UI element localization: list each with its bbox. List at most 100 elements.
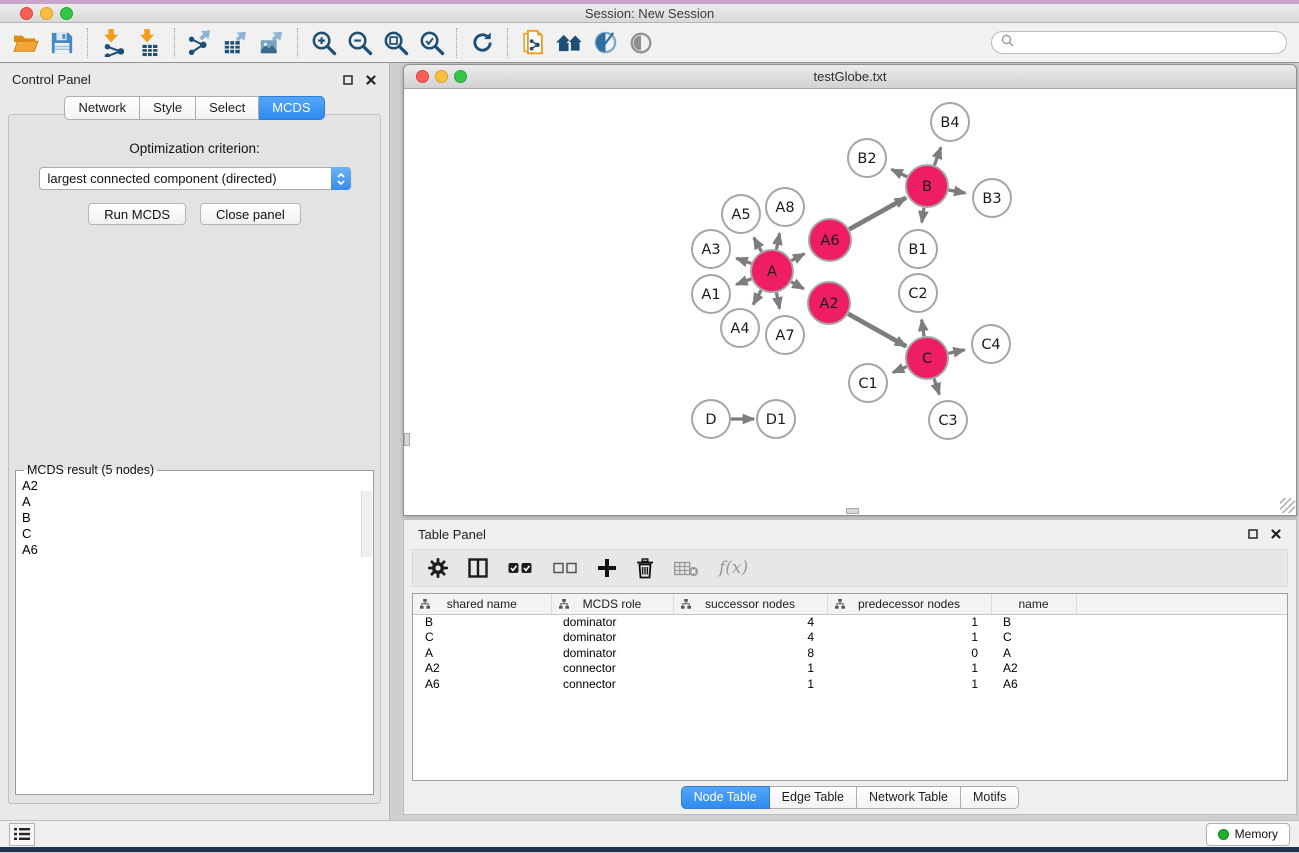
mcds-result-item[interactable]: C	[22, 526, 373, 542]
column-header-successor-nodes[interactable]: successor nodes	[673, 594, 827, 614]
graph-node-B4[interactable]: B4	[931, 103, 969, 141]
tab-edge-table[interactable]: Edge Table	[770, 786, 857, 809]
zoom-out-icon[interactable]	[341, 26, 377, 60]
resize-grip[interactable]	[1280, 498, 1295, 513]
table-row[interactable]: A2connector11A2	[413, 661, 1287, 677]
table-row[interactable]: Bdominator41B	[413, 614, 1287, 630]
table-row[interactable]: A6connector11A6	[413, 677, 1287, 693]
save-session-icon[interactable]	[44, 26, 80, 60]
close-table-panel-icon[interactable]	[1270, 528, 1282, 540]
eye-icon[interactable]	[623, 26, 659, 60]
table-header-row[interactable]: shared nameMCDS rolesuccessor nodesprede…	[413, 594, 1287, 614]
graph-node-B2[interactable]: B2	[848, 139, 886, 177]
graph-edge-C-C2[interactable]	[922, 320, 924, 337]
graph-node-C[interactable]: C	[906, 337, 948, 379]
tab-motifs[interactable]: Motifs	[961, 786, 1019, 809]
memory-button[interactable]: Memory	[1206, 823, 1290, 846]
graph-node-A6[interactable]: A6	[809, 219, 851, 261]
graph-edge-A-A4[interactable]	[753, 290, 761, 304]
graph-node-B1[interactable]: B1	[899, 230, 937, 268]
network-close-button[interactable]	[416, 70, 429, 83]
export-table-icon[interactable]	[218, 26, 254, 60]
task-history-button[interactable]	[9, 823, 35, 846]
table-row[interactable]: Adominator80A	[413, 646, 1287, 662]
zoom-fit-icon[interactable]	[377, 26, 413, 60]
mcds-result-item[interactable]: A2	[22, 478, 373, 494]
graph-node-A[interactable]: A	[751, 250, 793, 292]
refresh-layout-icon[interactable]	[464, 26, 500, 60]
minimize-window-button[interactable]	[40, 7, 53, 20]
home-icon[interactable]	[551, 26, 587, 60]
graph-edge-A-A7[interactable]	[776, 293, 779, 309]
graph-node-C2[interactable]: C2	[899, 274, 937, 312]
maximize-window-button[interactable]	[60, 7, 73, 20]
close-panel-button[interactable]: Close panel	[200, 203, 301, 225]
optimization-criterion-select[interactable]: largest connected component (directed)	[39, 167, 351, 190]
export-image-icon[interactable]	[254, 26, 290, 60]
vertical-scroll-thumb[interactable]	[404, 433, 410, 446]
titlebar[interactable]: Session: New Session	[0, 4, 1299, 23]
network-maximize-button[interactable]	[454, 70, 467, 83]
graph-edge-C-C3[interactable]	[934, 379, 939, 395]
table-row[interactable]: Cdominator41C	[413, 630, 1287, 646]
show-columns-icon[interactable]	[468, 558, 488, 578]
network-window-titlebar[interactable]: testGlobe.txt	[404, 65, 1296, 89]
graph-edge-A6-B[interactable]	[849, 198, 906, 230]
column-header-shared-name[interactable]: shared name	[413, 594, 551, 614]
graph-edge-B-B3[interactable]	[949, 190, 966, 193]
tab-node-table[interactable]: Node Table	[681, 786, 770, 809]
tab-network-table[interactable]: Network Table	[857, 786, 961, 809]
graph-edge-A-A6[interactable]	[791, 254, 804, 261]
graph-node-A5[interactable]: A5	[722, 195, 760, 233]
zoom-in-icon[interactable]	[305, 26, 341, 60]
mcds-result-item[interactable]: A	[22, 494, 373, 510]
deselect-all-columns-icon[interactable]	[553, 562, 578, 574]
tab-style[interactable]: Style	[140, 96, 196, 120]
result-scrollbar[interactable]	[361, 491, 372, 557]
mcds-result-item[interactable]: B	[22, 510, 373, 526]
horizontal-scroll-thumb[interactable]	[846, 508, 859, 514]
graph-edge-A-A1[interactable]	[736, 279, 751, 285]
graph-edge-B-B1[interactable]	[922, 208, 924, 223]
graph-edge-B-B4[interactable]	[934, 147, 941, 165]
toggle-panel-icon[interactable]	[587, 26, 623, 60]
import-network-icon[interactable]	[95, 26, 131, 60]
tab-select[interactable]: Select	[196, 96, 259, 120]
add-column-icon[interactable]	[598, 559, 616, 577]
search-input[interactable]	[1019, 35, 1277, 50]
column-header-MCDS-role[interactable]: MCDS role	[551, 594, 673, 614]
search-box[interactable]	[991, 31, 1287, 54]
table-settings-icon[interactable]	[428, 558, 448, 578]
import-table-icon[interactable]	[131, 26, 167, 60]
mcds-result-list[interactable]: A2ABCA6	[22, 478, 373, 558]
select-all-columns-icon[interactable]	[508, 562, 533, 574]
open-file-icon[interactable]	[8, 26, 44, 60]
graph-edge-B-B2[interactable]	[892, 169, 908, 176]
graph-node-A3[interactable]: A3	[692, 230, 730, 268]
delete-column-icon[interactable]	[636, 558, 654, 579]
float-panel-icon[interactable]	[342, 74, 354, 86]
graph-edge-A-A8[interactable]	[776, 234, 779, 250]
graph-node-B[interactable]: B	[906, 165, 948, 207]
export-network-icon[interactable]	[182, 26, 218, 60]
clone-network-icon[interactable]	[515, 26, 551, 60]
graph-edge-A-A5[interactable]	[754, 238, 762, 252]
graph-node-C4[interactable]: C4	[972, 325, 1010, 363]
column-header-name[interactable]: name	[991, 594, 1076, 614]
graph-node-B3[interactable]: B3	[973, 179, 1011, 217]
graph-node-A1[interactable]: A1	[692, 275, 730, 313]
float-table-panel-icon[interactable]	[1247, 528, 1259, 540]
zoom-selected-icon[interactable]	[413, 26, 449, 60]
column-header-predecessor-nodes[interactable]: predecessor nodes	[827, 594, 991, 614]
graph-edge-A2-C[interactable]	[848, 314, 906, 347]
graph-node-A8[interactable]: A8	[766, 188, 804, 226]
close-panel-icon[interactable]	[365, 74, 377, 86]
graph-node-C3[interactable]: C3	[929, 401, 967, 439]
tab-mcds[interactable]: MCDS	[259, 96, 324, 120]
graph-edge-A-A2[interactable]	[791, 282, 804, 289]
graph-edge-A-A3[interactable]	[736, 258, 751, 263]
graph-node-A7[interactable]: A7	[766, 316, 804, 354]
close-window-button[interactable]	[20, 7, 33, 20]
network-canvas[interactable]: B4B2BB3A5A8A6A3AB1A1A2C2A4A7C4CC1DD1C3	[404, 89, 1296, 514]
graph-node-C1[interactable]: C1	[849, 364, 887, 402]
